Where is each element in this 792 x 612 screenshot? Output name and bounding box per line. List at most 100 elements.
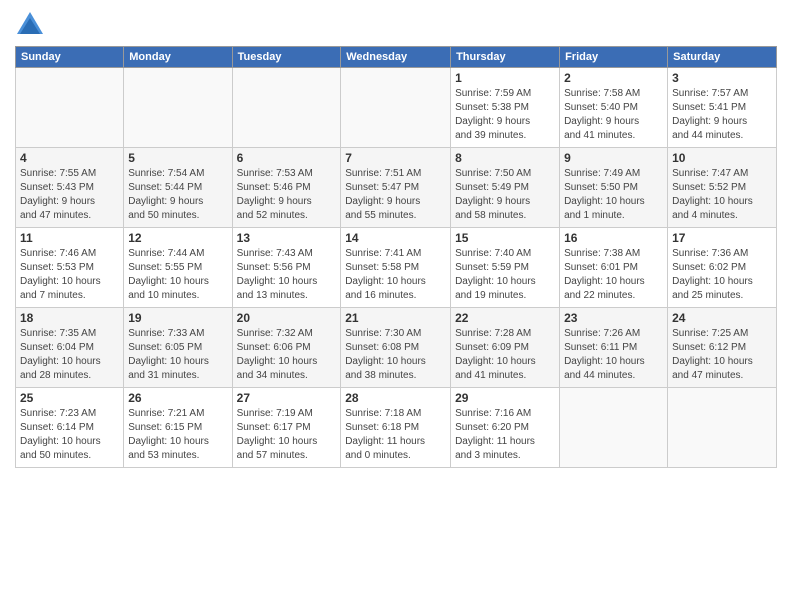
calendar-cell: 19 Sunrise: 7:33 AM Sunset: 6:05 PM Dayli… (124, 308, 232, 388)
calendar-cell: 26 Sunrise: 7:21 AM Sunset: 6:15 PM Dayli… (124, 388, 232, 468)
day-info: Sunrise: 7:41 AM Sunset: 5:58 PM Dayligh… (345, 247, 446, 303)
day-number: 3 (672, 71, 772, 85)
weekday-friday: Friday (560, 47, 668, 68)
day-number: 17 (672, 231, 772, 245)
calendar-cell: 22 Sunrise: 7:28 AM Sunset: 6:09 PM Dayli… (451, 308, 560, 388)
logo-icon (15, 10, 45, 40)
day-info: Sunrise: 7:26 AM Sunset: 6:11 PM Dayligh… (564, 327, 663, 383)
week-row-4: 18 Sunrise: 7:35 AM Sunset: 6:04 PM Dayli… (16, 308, 777, 388)
weekday-sunday: Sunday (16, 47, 124, 68)
day-info: Sunrise: 7:25 AM Sunset: 6:12 PM Dayligh… (672, 327, 772, 383)
calendar-cell: 14 Sunrise: 7:41 AM Sunset: 5:58 PM Dayli… (341, 228, 451, 308)
day-info: Sunrise: 7:43 AM Sunset: 5:56 PM Dayligh… (237, 247, 337, 303)
calendar-cell: 3 Sunrise: 7:57 AM Sunset: 5:41 PM Daylig… (668, 68, 777, 148)
day-number: 19 (128, 311, 227, 325)
day-info: Sunrise: 7:18 AM Sunset: 6:18 PM Dayligh… (345, 407, 446, 463)
weekday-tuesday: Tuesday (232, 47, 341, 68)
calendar-cell: 4 Sunrise: 7:55 AM Sunset: 5:43 PM Daylig… (16, 148, 124, 228)
day-number: 27 (237, 391, 337, 405)
day-number: 20 (237, 311, 337, 325)
week-row-5: 25 Sunrise: 7:23 AM Sunset: 6:14 PM Dayli… (16, 388, 777, 468)
day-number: 23 (564, 311, 663, 325)
day-number: 14 (345, 231, 446, 245)
day-info: Sunrise: 7:46 AM Sunset: 5:53 PM Dayligh… (20, 247, 119, 303)
day-info: Sunrise: 7:36 AM Sunset: 6:02 PM Dayligh… (672, 247, 772, 303)
day-info: Sunrise: 7:55 AM Sunset: 5:43 PM Dayligh… (20, 167, 119, 223)
calendar-cell: 13 Sunrise: 7:43 AM Sunset: 5:56 PM Dayli… (232, 228, 341, 308)
day-info: Sunrise: 7:53 AM Sunset: 5:46 PM Dayligh… (237, 167, 337, 223)
day-number: 18 (20, 311, 119, 325)
calendar-cell (560, 388, 668, 468)
calendar-cell: 21Sunrise: 7:30 AM Sunset: 6:08 PM Dayli… (341, 308, 451, 388)
day-info: Sunrise: 7:40 AM Sunset: 5:59 PM Dayligh… (455, 247, 555, 303)
day-number: 5 (128, 151, 227, 165)
day-info: Sunrise: 7:33 AM Sunset: 6:05 PM Dayligh… (128, 327, 227, 383)
day-number: 13 (237, 231, 337, 245)
day-info: Sunrise: 7:47 AM Sunset: 5:52 PM Dayligh… (672, 167, 772, 223)
weekday-header-row: SundayMondayTuesdayWednesdayThursdayFrid… (16, 47, 777, 68)
calendar-cell: 2 Sunrise: 7:58 AM Sunset: 5:40 PM Daylig… (560, 68, 668, 148)
day-info: Sunrise: 7:58 AM Sunset: 5:40 PM Dayligh… (564, 87, 663, 143)
calendar-cell: 17 Sunrise: 7:36 AM Sunset: 6:02 PM Dayli… (668, 228, 777, 308)
day-number: 6 (237, 151, 337, 165)
logo (15, 10, 49, 40)
day-number: 4 (20, 151, 119, 165)
day-info: Sunrise: 7:49 AM Sunset: 5:50 PM Dayligh… (564, 167, 663, 223)
day-info: Sunrise: 7:21 AM Sunset: 6:15 PM Dayligh… (128, 407, 227, 463)
week-row-3: 11 Sunrise: 7:46 AM Sunset: 5:53 PM Dayli… (16, 228, 777, 308)
day-info: Sunrise: 7:44 AM Sunset: 5:55 PM Dayligh… (128, 247, 227, 303)
day-number: 25 (20, 391, 119, 405)
day-number: 22 (455, 311, 555, 325)
calendar-cell (124, 68, 232, 148)
weekday-saturday: Saturday (668, 47, 777, 68)
calendar-cell: 16 Sunrise: 7:38 AM Sunset: 6:01 PM Dayli… (560, 228, 668, 308)
day-number: 15 (455, 231, 555, 245)
calendar-cell (341, 68, 451, 148)
page: SundayMondayTuesdayWednesdayThursdayFrid… (0, 0, 792, 612)
day-number: 9 (564, 151, 663, 165)
day-number: 2 (564, 71, 663, 85)
day-number: 11 (20, 231, 119, 245)
week-row-2: 4 Sunrise: 7:55 AM Sunset: 5:43 PM Daylig… (16, 148, 777, 228)
calendar-cell: 28 Sunrise: 7:18 AM Sunset: 6:18 PM Dayli… (341, 388, 451, 468)
weekday-monday: Monday (124, 47, 232, 68)
calendar-cell: 11 Sunrise: 7:46 AM Sunset: 5:53 PM Dayli… (16, 228, 124, 308)
day-info: Sunrise: 7:16 AM Sunset: 6:20 PM Dayligh… (455, 407, 555, 463)
day-info: Sunrise: 7:23 AM Sunset: 6:14 PM Dayligh… (20, 407, 119, 463)
day-number: 12 (128, 231, 227, 245)
day-info: Sunrise: 7:57 AM Sunset: 5:41 PM Dayligh… (672, 87, 772, 143)
week-row-1: 1Sunrise: 7:59 AM Sunset: 5:38 PM Daylig… (16, 68, 777, 148)
day-info: Sunrise: 7:54 AM Sunset: 5:44 PM Dayligh… (128, 167, 227, 223)
calendar-cell: 12 Sunrise: 7:44 AM Sunset: 5:55 PM Dayli… (124, 228, 232, 308)
day-number: 26 (128, 391, 227, 405)
day-info: Sunrise: 7:59 AM Sunset: 5:38 PM Dayligh… (455, 87, 555, 143)
weekday-thursday: Thursday (451, 47, 560, 68)
calendar-table: SundayMondayTuesdayWednesdayThursdayFrid… (15, 46, 777, 468)
calendar-cell (668, 388, 777, 468)
day-number: 7 (345, 151, 446, 165)
calendar-cell: 29Sunrise: 7:16 AM Sunset: 6:20 PM Dayli… (451, 388, 560, 468)
calendar-cell: 24 Sunrise: 7:25 AM Sunset: 6:12 PM Dayli… (668, 308, 777, 388)
day-info: Sunrise: 7:30 AM Sunset: 6:08 PM Dayligh… (345, 327, 446, 383)
weekday-wednesday: Wednesday (341, 47, 451, 68)
calendar-cell: 18 Sunrise: 7:35 AM Sunset: 6:04 PM Dayli… (16, 308, 124, 388)
day-info: Sunrise: 7:28 AM Sunset: 6:09 PM Dayligh… (455, 327, 555, 383)
header (15, 10, 777, 40)
day-info: Sunrise: 7:38 AM Sunset: 6:01 PM Dayligh… (564, 247, 663, 303)
day-number: 10 (672, 151, 772, 165)
day-number: 24 (672, 311, 772, 325)
day-info: Sunrise: 7:32 AM Sunset: 6:06 PM Dayligh… (237, 327, 337, 383)
calendar-cell: 23 Sunrise: 7:26 AM Sunset: 6:11 PM Dayli… (560, 308, 668, 388)
calendar-cell: 6 Sunrise: 7:53 AM Sunset: 5:46 PM Daylig… (232, 148, 341, 228)
day-number: 16 (564, 231, 663, 245)
calendar-cell: 7 Sunrise: 7:51 AM Sunset: 5:47 PM Daylig… (341, 148, 451, 228)
day-info: Sunrise: 7:51 AM Sunset: 5:47 PM Dayligh… (345, 167, 446, 223)
day-info: Sunrise: 7:19 AM Sunset: 6:17 PM Dayligh… (237, 407, 337, 463)
calendar-cell: 8Sunrise: 7:50 AM Sunset: 5:49 PM Daylig… (451, 148, 560, 228)
day-number: 28 (345, 391, 446, 405)
day-info: Sunrise: 7:35 AM Sunset: 6:04 PM Dayligh… (20, 327, 119, 383)
calendar-cell: 9 Sunrise: 7:49 AM Sunset: 5:50 PM Daylig… (560, 148, 668, 228)
calendar-cell: 1Sunrise: 7:59 AM Sunset: 5:38 PM Daylig… (451, 68, 560, 148)
day-number: 8 (455, 151, 555, 165)
calendar-cell (16, 68, 124, 148)
